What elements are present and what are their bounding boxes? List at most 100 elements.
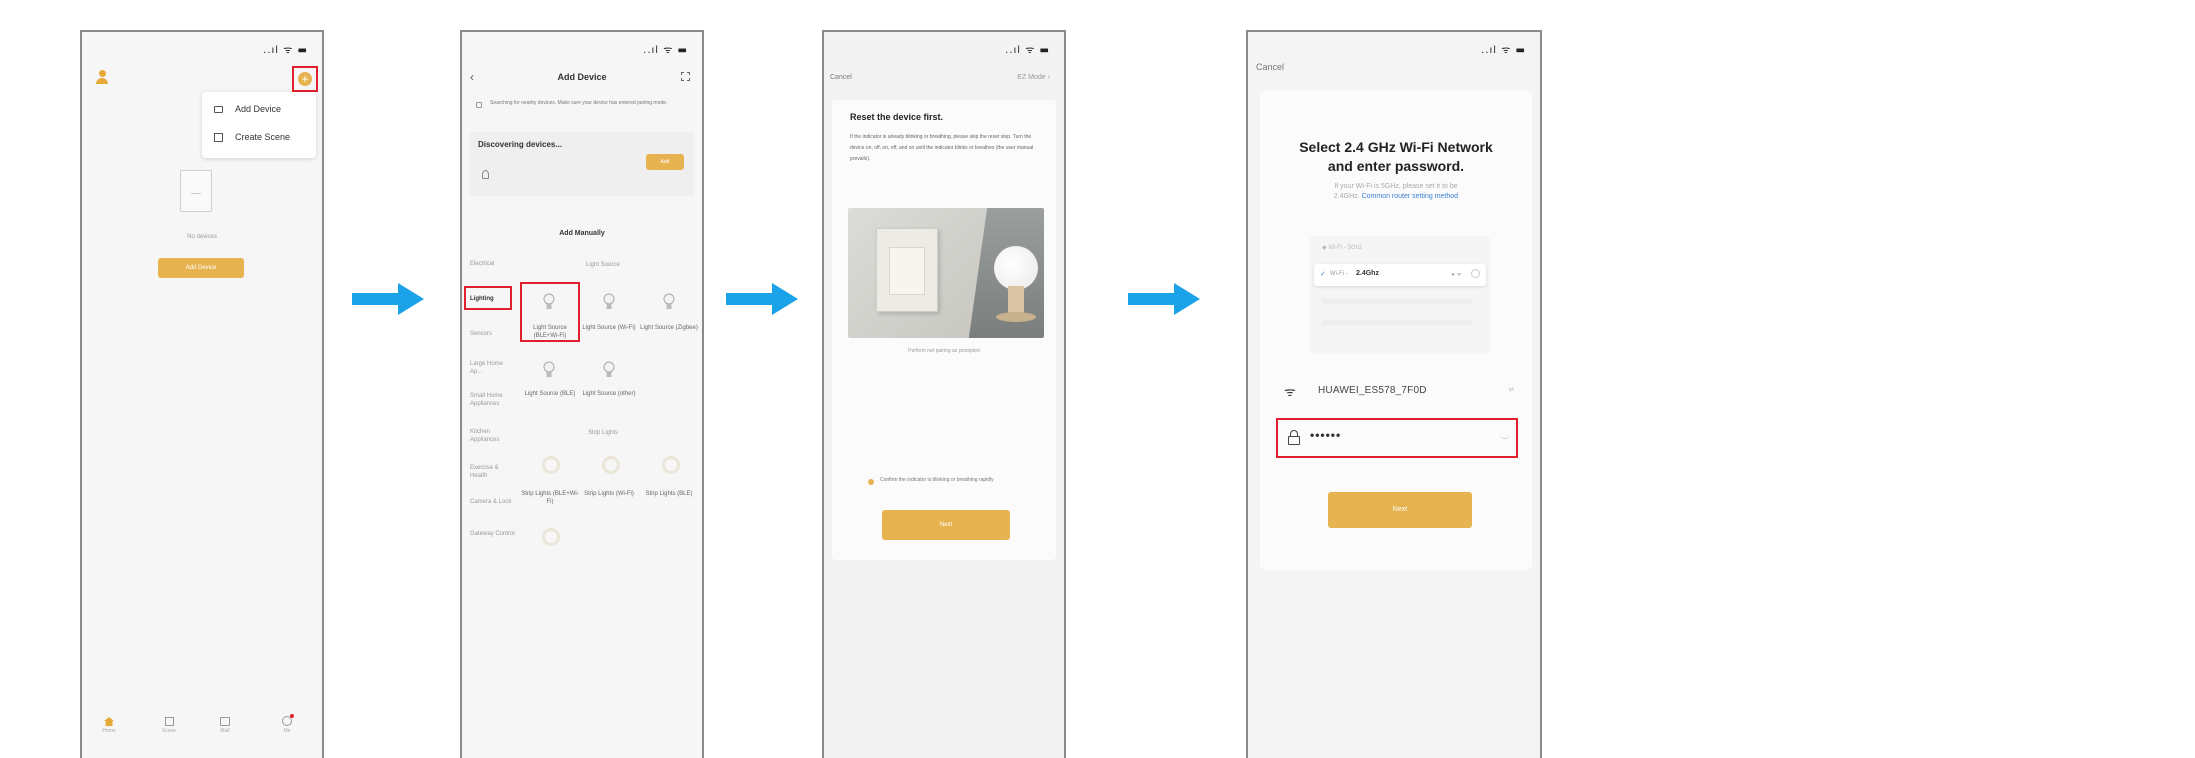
wifi-hint-line2: 2.4GHz. bbox=[1333, 193, 1360, 200]
section-strip-lights: Strip Lights bbox=[588, 430, 619, 436]
status-icons: ..ıl ᯤ ▬ bbox=[643, 45, 688, 56]
menu-label-create-scene: Create Scene bbox=[235, 132, 291, 142]
device-label: Strip Lights (BLE) bbox=[645, 491, 693, 497]
me-icon bbox=[282, 714, 294, 726]
cancel-link[interactable]: Cancel bbox=[830, 74, 852, 81]
status-bar: ..ıl ᯤ ▬ bbox=[643, 42, 688, 56]
device-label: Light Source (other) bbox=[582, 391, 636, 397]
tab-home[interactable]: Home bbox=[94, 717, 124, 734]
lock-small-icon: ● ᯤ bbox=[1451, 272, 1462, 278]
mode-label: EZ Mode bbox=[1017, 74, 1046, 81]
phone-screen-wifi: ..ıl ᯤ ▬ Cancel Select 2.4 GHz Wi-Fi Net… bbox=[1246, 30, 1542, 758]
wifi-title-line2: and enter password. bbox=[1327, 158, 1465, 174]
highlight-plus bbox=[292, 66, 318, 92]
wall-switch bbox=[876, 228, 938, 312]
bulb-icon bbox=[543, 361, 555, 377]
notice-icon bbox=[476, 102, 482, 108]
discover-card: Discovering devices... Add bbox=[470, 132, 694, 196]
ssid-value: HUAWEI_ES578_7F0D bbox=[1318, 385, 1427, 396]
device-label: Light Source (BLE) bbox=[524, 391, 576, 397]
confirm-radio-icon[interactable] bbox=[868, 479, 874, 485]
strip-light-icon bbox=[542, 456, 560, 474]
category-camera[interactable]: Camera & Lock bbox=[470, 498, 515, 506]
confirm-text: Confirm the indicator is blinking or bre… bbox=[880, 477, 994, 483]
device-icon bbox=[214, 105, 223, 113]
status-bar: ..ıl ᯤ ▬ bbox=[1005, 42, 1050, 56]
cancel-link[interactable]: Cancel bbox=[1256, 62, 1284, 72]
avatar-icon[interactable] bbox=[96, 70, 108, 84]
status-icons: ..ıl ᯤ ▬ bbox=[1005, 45, 1050, 56]
scan-icon[interactable] bbox=[681, 72, 690, 81]
content-card: Reset the device first. If the indicator… bbox=[832, 100, 1056, 560]
tab-label-scene: Scene bbox=[161, 728, 177, 734]
category-sensors[interactable]: Sensors bbox=[470, 330, 515, 338]
reset-body: If the indicator is already blinking or … bbox=[850, 134, 1034, 162]
wifi-card: Select 2.4 GHz Wi-Fi Network and enter p… bbox=[1260, 90, 1532, 570]
category-exercise[interactable]: Exercise & Health bbox=[470, 464, 515, 480]
tab-mall[interactable]: Mall bbox=[210, 717, 240, 734]
tab-scene[interactable]: Scene bbox=[154, 717, 184, 734]
tab-label-me: Me bbox=[283, 728, 291, 734]
ssid-row[interactable]: ᯤ HUAWEI_ES578_7F0D ⇄ bbox=[1284, 380, 1514, 404]
network-24g-band: 2.4Ghz bbox=[1356, 270, 1379, 277]
category-large-home[interactable]: Large Home Ap... bbox=[470, 360, 515, 376]
empty-doc-icon bbox=[180, 170, 212, 212]
device-label: Strip Lights (Wi-Fi) bbox=[584, 491, 634, 497]
discovering-text: Discovering devices... bbox=[478, 140, 563, 149]
network-24g-prefix: Wi-Fi - bbox=[1330, 271, 1348, 277]
highlight-lighting bbox=[464, 286, 512, 310]
tab-me[interactable]: Me bbox=[272, 714, 302, 734]
add-manually-heading: Add Manually bbox=[559, 230, 605, 237]
network-5g-label: Wi-Fi - 5Ghz bbox=[1328, 245, 1362, 251]
page-title: Add Device bbox=[557, 72, 607, 82]
strip-light-icon bbox=[662, 456, 680, 474]
network-item-24g[interactable]: ✓ Wi-Fi - 2.4Ghz ● ᯤ bbox=[1314, 264, 1486, 286]
next-button[interactable]: Next bbox=[882, 510, 1010, 540]
strip-light-icon bbox=[542, 528, 560, 546]
highlight-password bbox=[1276, 418, 1518, 458]
bulb-icon bbox=[663, 293, 675, 309]
bulb-small-icon bbox=[482, 170, 489, 179]
lamp bbox=[994, 246, 1038, 290]
chevron-right-icon: › bbox=[1047, 74, 1050, 81]
add-menu: Add Device Create Scene bbox=[202, 92, 316, 158]
wifi-hint-line1: If your Wi-Fi is 5GHz, please set it to … bbox=[1334, 183, 1458, 190]
network-list: ◆ Wi-Fi - 5Ghz ✓ Wi-Fi - 2.4Ghz ● ᯤ bbox=[1310, 236, 1490, 354]
device-label: Light Source (Wi-Fi) bbox=[582, 325, 636, 331]
pairing-link[interactable]: Perform net pairing as prompted bbox=[832, 348, 1056, 354]
mall-icon bbox=[220, 717, 230, 726]
confirm-row[interactable]: Confirm the indicator is blinking or bre… bbox=[868, 476, 1038, 485]
wifi-icon: ᯤ bbox=[1284, 384, 1296, 399]
strip-light-icon bbox=[602, 456, 620, 474]
add-device-button[interactable]: Add Device bbox=[158, 258, 244, 278]
switch-network-icon[interactable]: ⇄ bbox=[1509, 386, 1514, 393]
notice-text: Searching for nearby devices. Make sure … bbox=[490, 100, 668, 106]
info-icon[interactable] bbox=[1471, 269, 1480, 278]
tab-label-mall: Mall bbox=[220, 728, 230, 734]
network-item-5g[interactable]: ◆ Wi-Fi - 5Ghz bbox=[1322, 244, 1362, 251]
reset-title: Reset the device first. bbox=[850, 112, 944, 122]
discover-add-button[interactable]: Add bbox=[646, 154, 684, 170]
scene-icon bbox=[214, 132, 223, 142]
highlight-ble-wifi bbox=[520, 282, 580, 342]
next-button[interactable]: Next bbox=[1328, 492, 1472, 528]
menu-item-create-scene[interactable]: Create Scene bbox=[214, 132, 290, 142]
section-light-source: Light Source bbox=[586, 262, 620, 268]
router-settings-link[interactable]: Common router setting method bbox=[1362, 193, 1459, 200]
device-label: Light Source (Zigbee) bbox=[640, 325, 698, 331]
menu-item-add-device[interactable]: Add Device bbox=[214, 104, 281, 114]
tab-label-home: Home bbox=[102, 728, 116, 734]
home-icon bbox=[104, 717, 114, 726]
flow-arrow-icon bbox=[726, 283, 798, 315]
mode-selector[interactable]: EZ Mode › bbox=[1017, 74, 1050, 81]
category-small-home[interactable]: Small Home Appliances bbox=[470, 392, 515, 408]
status-icons: ..ıl ᯤ ▬ bbox=[263, 45, 308, 56]
category-gateway[interactable]: Gateway Control bbox=[470, 530, 515, 538]
bulb-icon bbox=[603, 293, 615, 309]
menu-label-add-device: Add Device bbox=[235, 104, 282, 114]
category-kitchen[interactable]: Kitchen Appliances bbox=[470, 428, 515, 444]
flow-arrow-icon bbox=[352, 283, 424, 315]
wifi-title-line1: Select 2.4 GHz Wi-Fi Network bbox=[1299, 139, 1493, 155]
category-electrical[interactable]: Electrical bbox=[470, 260, 515, 268]
status-bar: ..ıl ᯤ ▬ bbox=[1481, 42, 1526, 56]
